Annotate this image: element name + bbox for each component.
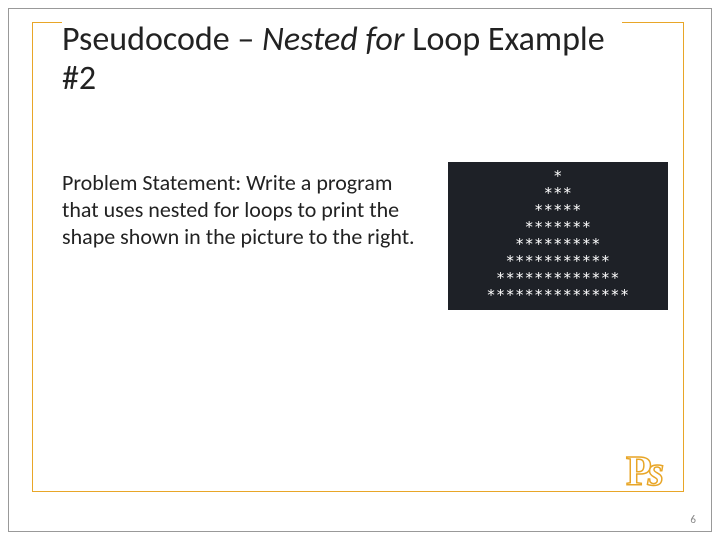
slide-title: Pseudocode – Nested for Loop Example #2 (62, 20, 622, 98)
output-pyramid: * *** ***** ******* ********* **********… (448, 162, 668, 310)
page-number: 6 (690, 513, 696, 526)
title-part2-italic: Nested for (262, 19, 412, 60)
ps-logo: Ps (626, 448, 664, 496)
problem-statement: Problem Statement: Write a program that … (62, 170, 432, 250)
title-part1: Pseudocode – (62, 19, 262, 60)
ps-logo-s: s (648, 449, 664, 495)
